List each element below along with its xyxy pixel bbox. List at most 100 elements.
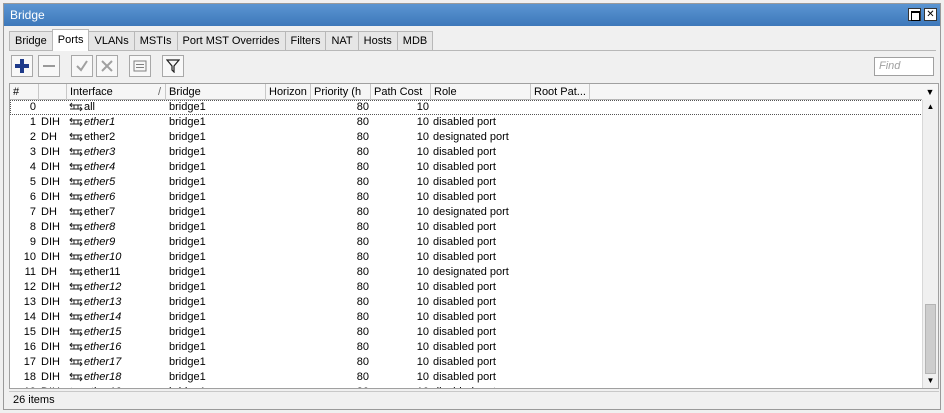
row-number: 8 [29, 221, 36, 233]
interface-icon [69, 342, 83, 352]
row-priority: 80 [356, 356, 369, 368]
interface-icon [69, 207, 83, 217]
tab-hosts[interactable]: Hosts [357, 31, 398, 51]
table-row[interactable]: 1 DIH ether1 bridge1 80 10 disabled port [10, 115, 923, 130]
row-path-cost: 10 [416, 356, 429, 368]
row-priority: 80 [356, 131, 369, 143]
window-titlebar[interactable]: Bridge ✕ [4, 4, 940, 26]
tab-nat[interactable]: NAT [325, 31, 359, 51]
col-header-path-cost[interactable]: Path Cost [371, 84, 431, 100]
table-row[interactable]: 19 DIH ether19 bridge1 8010 disabled port [10, 385, 923, 388]
table-row[interactable]: 13 DIH ether13 bridge1 80 10 disabled port [10, 295, 923, 310]
row-flags: DH [41, 131, 57, 143]
row-number: 16 [23, 341, 36, 353]
tab-mdb[interactable]: MDB [396, 31, 434, 51]
row-role [433, 100, 531, 115]
scrollbar-thumb[interactable] [925, 304, 936, 374]
tab-mstis[interactable]: MSTIs [133, 31, 178, 51]
table-row[interactable]: 3 DIH ether3 bridge1 80 10 disabled port [10, 145, 923, 160]
row-root-path-cost [533, 370, 590, 385]
table-body: 0 all bridge1 80 10 1 DIH ether1 bridge1 80 10 disa… [10, 100, 923, 388]
row-horizon [268, 175, 311, 190]
comment-button[interactable] [129, 55, 151, 77]
interface-icon [69, 372, 83, 382]
vertical-scrollbar[interactable]: ▲ ▼ [922, 100, 938, 388]
row-number: 15 [23, 326, 36, 338]
row-horizon [268, 115, 311, 130]
filter-button[interactable] [162, 55, 184, 77]
close-icon[interactable]: ✕ [924, 8, 937, 21]
table-row[interactable]: 11 DH ether11 bridge1 80 10 designated port [10, 265, 923, 280]
scroll-down-icon[interactable]: ▼ [923, 374, 938, 388]
enable-button[interactable] [71, 55, 93, 77]
table-row[interactable]: 8 DIH ether8 bridge1 80 10 disabled port [10, 220, 923, 235]
row-priority: 80 [356, 116, 369, 128]
interface-name: ether12 [84, 281, 122, 293]
table-row[interactable]: 18 DIH ether18 bridge1 80 10 disabled port [10, 370, 923, 385]
row-interface: ether1 [69, 115, 166, 130]
interface-icon [69, 117, 83, 127]
table-row[interactable]: 5 DIH ether5 bridge1 80 10 disabled port [10, 175, 923, 190]
col-header-horizon[interactable]: Horizon [266, 84, 311, 100]
row-bridge: bridge1 [169, 221, 206, 233]
table-row[interactable]: 4 DIH ether4 bridge1 80 10 disabled port [10, 160, 923, 175]
table-row[interactable]: 7 DH ether7 bridge1 80 10 designated port [10, 205, 923, 220]
col-header-role[interactable]: Role [431, 84, 531, 100]
row-priority: 80 [356, 326, 369, 338]
row-flags: DIH [41, 296, 60, 308]
tab-port-mst-overrides[interactable]: Port MST Overrides [176, 31, 286, 51]
interface-name: ether13 [84, 296, 122, 308]
window-title: Bridge [10, 8, 45, 22]
row-horizon [268, 145, 311, 160]
table-row[interactable]: 10 DIH ether10 bridge1 80 10 disabled port [10, 250, 923, 265]
remove-button[interactable] [38, 55, 60, 77]
col-header-interface[interactable]: Interface / [67, 84, 166, 100]
table-row[interactable]: 16 DIH ether16 bridge1 80 10 disabled port [10, 340, 923, 355]
row-root-path-cost [533, 355, 590, 370]
find-input[interactable]: Find [874, 57, 934, 76]
col-header-bridge[interactable]: Bridge [166, 84, 266, 100]
row-flags: DIH [41, 161, 60, 173]
table-row[interactable]: 2 DH ether2 bridge1 80 10 designated port [10, 130, 923, 145]
row-interface: ether8 [69, 220, 166, 235]
tab-filters[interactable]: Filters [284, 31, 327, 51]
row-role: disabled port [433, 356, 496, 368]
tab-ports[interactable]: Ports [51, 29, 90, 51]
columns-dropdown-icon[interactable]: ▼ [922, 84, 938, 100]
toolbar: Find [9, 55, 936, 77]
row-path-cost: 10 [416, 236, 429, 248]
table-row[interactable]: 15 DIH ether15 bridge1 80 10 disabled port [10, 325, 923, 340]
sort-indicator-icon: / [157, 86, 161, 98]
row-interface: ether14 [69, 310, 166, 325]
item-count: 26 items [13, 394, 55, 406]
row-bridge: bridge1 [169, 146, 206, 158]
interface-icon [69, 327, 83, 337]
maximize-icon[interactable] [908, 8, 921, 21]
table-row[interactable]: 6 DIH ether6 bridge1 80 10 disabled port [10, 190, 923, 205]
col-header-root-path-cost[interactable]: Root Pat... [531, 84, 590, 100]
table-row[interactable]: 14 DIH ether14 bridge1 80 10 disabled port [10, 310, 923, 325]
row-interface: ether13 [69, 295, 166, 310]
row-horizon [268, 385, 311, 388]
row-role: disabled port [433, 385, 531, 388]
scroll-up-icon[interactable]: ▲ [923, 100, 938, 114]
interface-icon [69, 267, 83, 277]
col-header-num[interactable]: # [10, 84, 39, 100]
table-row[interactable]: 12 DIH ether12 bridge1 80 10 disabled port [10, 280, 923, 295]
row-root-path-cost [533, 325, 590, 340]
row-bridge: bridge1 [169, 356, 206, 368]
add-button[interactable] [11, 55, 33, 77]
table-row[interactable]: 0 all bridge1 80 10 [10, 100, 923, 115]
row-flags: DIH [41, 251, 60, 263]
tab-bridge[interactable]: Bridge [9, 31, 53, 51]
row-number: 10 [23, 251, 36, 263]
row-interface: ether6 [69, 190, 166, 205]
table-row[interactable]: 9 DIH ether9 bridge1 80 10 disabled port [10, 235, 923, 250]
col-header-priority[interactable]: Priority (h [311, 84, 371, 100]
table-row[interactable]: 17 DIH ether17 bridge1 80 10 disabled port [10, 355, 923, 370]
row-root-path-cost [533, 160, 590, 175]
disable-button[interactable] [96, 55, 118, 77]
row-horizon [268, 160, 311, 175]
col-header-flags[interactable] [39, 84, 67, 100]
tab-vlans[interactable]: VLANs [88, 31, 135, 51]
